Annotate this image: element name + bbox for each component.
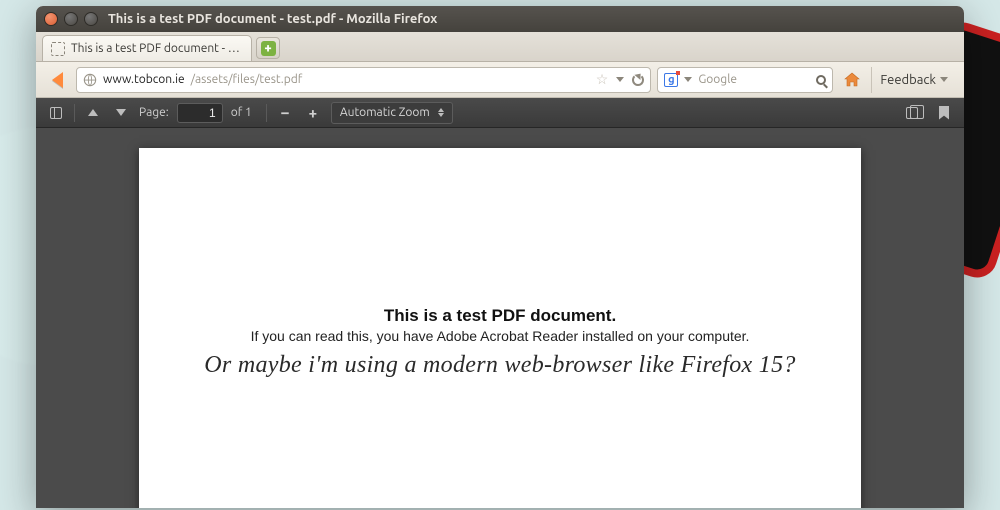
toggle-sidebar-button[interactable]	[46, 103, 66, 123]
tab-active[interactable]: This is a test PDF document - t…	[42, 35, 252, 61]
pdf-toolbar: Page: of 1 − + Automatic Zoom	[36, 98, 964, 128]
tab-strip: This is a test PDF document - t… +	[36, 32, 964, 62]
open-file-button[interactable]	[902, 103, 922, 123]
search-icon[interactable]	[816, 75, 826, 85]
page-label: Page:	[139, 106, 169, 119]
next-page-button[interactable]	[111, 103, 131, 123]
current-view-bookmark-button[interactable]	[934, 103, 954, 123]
home-button[interactable]	[839, 67, 865, 93]
firefox-window: This is a test PDF document - test.pdf -…	[36, 6, 964, 508]
url-history-dropdown-icon[interactable]	[616, 77, 624, 82]
window-titlebar: This is a test PDF document - test.pdf -…	[36, 6, 964, 32]
window-minimize-button[interactable]	[64, 12, 78, 26]
feedback-label: Feedback	[880, 73, 936, 87]
urlbar-right-icons: ☆	[596, 71, 645, 88]
back-arrow-icon	[52, 72, 63, 88]
pdf-page: This is a test PDF document. If you can …	[139, 148, 861, 508]
prev-page-button[interactable]	[83, 103, 103, 123]
home-icon	[842, 70, 862, 90]
back-button[interactable]	[44, 67, 70, 93]
window-maximize-button[interactable]	[84, 12, 98, 26]
google-engine-icon[interactable]: g	[664, 73, 678, 87]
search-engine-dropdown-icon[interactable]	[684, 77, 692, 82]
search-placeholder: Google	[698, 73, 810, 86]
arrow-down-icon	[116, 109, 126, 116]
chevron-down-icon	[940, 77, 948, 82]
feedback-button[interactable]: Feedback	[871, 67, 956, 93]
new-tab-button[interactable]: +	[256, 37, 280, 59]
open-file-icon	[906, 107, 918, 119]
toolbar-separator	[74, 104, 75, 122]
doc-heading: This is a test PDF document.	[179, 306, 821, 326]
search-bar[interactable]: g Google	[657, 67, 833, 93]
pdf-content: This is a test PDF document. If you can …	[139, 306, 861, 379]
pdf-viewport[interactable]: This is a test PDF document. If you can …	[36, 128, 964, 508]
bookmark-icon	[939, 106, 949, 120]
url-bar[interactable]: www.tobcon.ie/assets/files/test.pdf ☆	[76, 67, 651, 93]
bookmark-star-icon[interactable]: ☆	[596, 71, 609, 88]
zoom-out-button[interactable]: −	[275, 103, 295, 123]
doc-handwriting: Or maybe i'm using a modern web-browser …	[179, 352, 821, 379]
arrow-up-icon	[88, 109, 98, 116]
tab-label: This is a test PDF document - t…	[71, 42, 243, 55]
page-count: of 1	[231, 106, 252, 119]
window-close-button[interactable]	[44, 12, 58, 26]
window-controls	[44, 12, 98, 26]
select-caret-icon	[438, 108, 444, 117]
zoom-label: Automatic Zoom	[340, 106, 430, 119]
toolbar-separator	[266, 104, 267, 122]
url-path: /assets/files/test.pdf	[191, 73, 303, 86]
window-title: This is a test PDF document - test.pdf -…	[108, 12, 437, 26]
page-number-input[interactable]	[177, 103, 223, 123]
plus-icon: +	[261, 41, 276, 56]
tab-favicon-icon	[51, 42, 65, 56]
navigation-bar: www.tobcon.ie/assets/files/test.pdf ☆ g …	[36, 62, 964, 98]
zoom-in-button[interactable]: +	[303, 103, 323, 123]
reload-icon[interactable]	[632, 74, 644, 86]
globe-icon	[83, 73, 97, 87]
doc-subtext: If you can read this, you have Adobe Acr…	[179, 328, 821, 344]
zoom-select[interactable]: Automatic Zoom	[331, 102, 453, 124]
sidebar-icon	[50, 107, 62, 119]
url-host: www.tobcon.ie	[103, 73, 185, 86]
